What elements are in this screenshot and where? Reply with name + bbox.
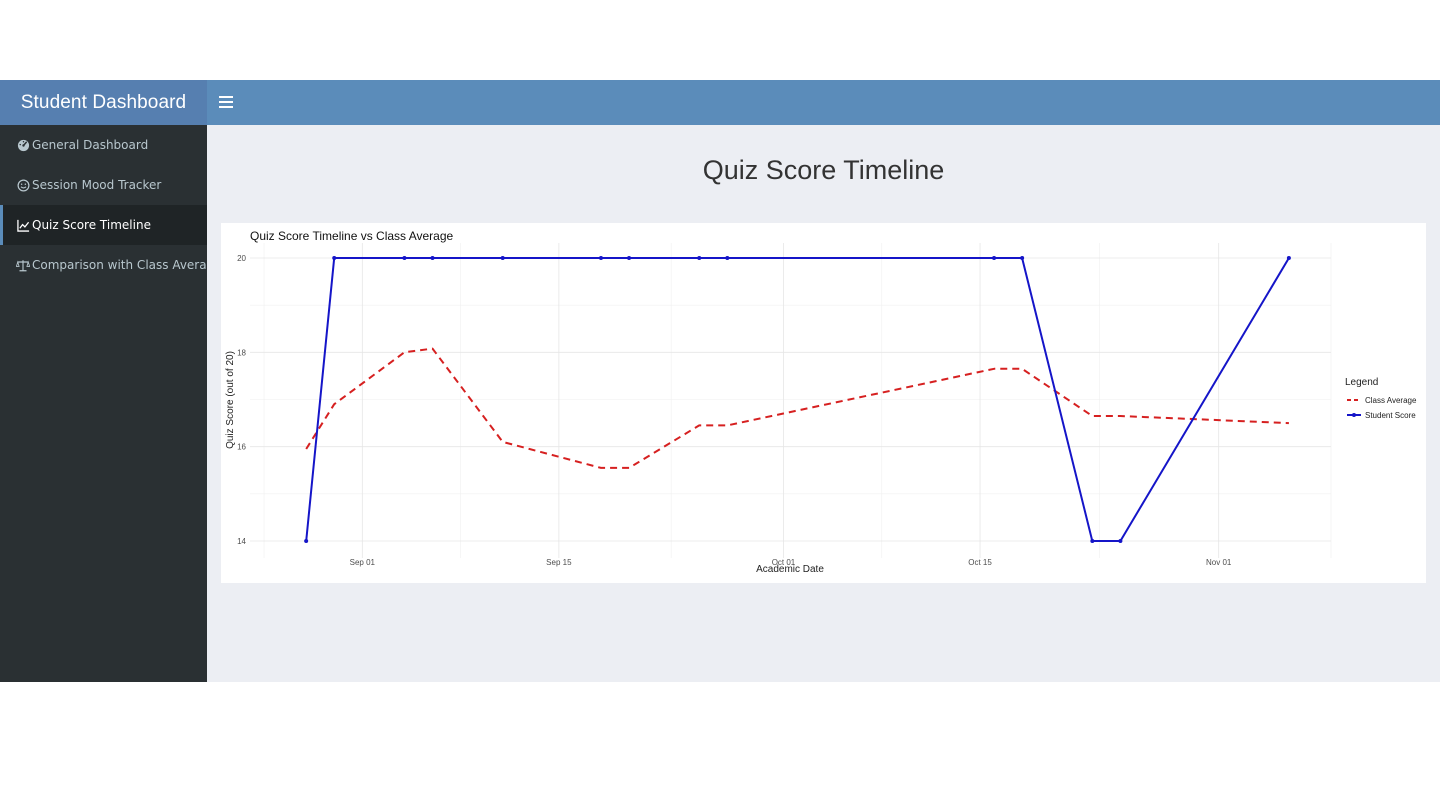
legend-label: Class Average: [1365, 396, 1417, 405]
sidebar-item-general-dashboard[interactable]: General Dashboard: [0, 125, 207, 165]
data-point: [332, 256, 337, 260]
legend-title: Legend: [1345, 377, 1378, 388]
data-point: [697, 256, 702, 260]
data-point: [1286, 256, 1291, 260]
legend-key-point: [1352, 413, 1356, 417]
data-point: [1090, 539, 1095, 543]
y-tick-label: 14: [237, 537, 246, 546]
sidebar-item-label: General Dashboard: [32, 138, 149, 152]
sidebar-item-session-mood-tracker[interactable]: Session Mood Tracker: [0, 165, 207, 205]
data-point: [304, 539, 309, 543]
data-point: [992, 256, 997, 260]
sidebar-item-comparison-class-average[interactable]: Comparison with Class Average: [0, 245, 222, 285]
page-title: Quiz Score Timeline: [702, 155, 945, 185]
sidebar-item-label: Quiz Score Timeline: [32, 218, 151, 232]
data-point: [725, 256, 730, 260]
data-point: [500, 256, 505, 260]
sidebar-item-label: Session Mood Tracker: [32, 178, 162, 192]
data-point: [598, 256, 603, 260]
brand-title: Student Dashboard: [0, 80, 207, 125]
data-point: [1118, 539, 1123, 543]
series-line-class-average: [305, 347, 1289, 469]
balance-scale-icon: [16, 258, 30, 272]
line-chart-icon: [16, 218, 30, 232]
y-tick-label: 16: [237, 443, 246, 452]
y-tick-label: 20: [237, 254, 246, 263]
app-window: Student Dashboard General Dashboard Sess…: [0, 80, 1440, 682]
data-point: [402, 256, 407, 260]
chart-legend: Legend Class Average Student Score: [1345, 377, 1417, 420]
top-header-bar: Student Dashboard: [0, 80, 1440, 125]
chart-title: Quiz Score Timeline vs Class Average: [250, 229, 454, 243]
data-point: [430, 256, 435, 260]
x-axis-title: Academic Date: [756, 564, 824, 575]
main-content: Quiz Score Timeline 14 16 18 20 Sep 01 Sep 15…: [207, 125, 1440, 682]
smile-icon: [16, 178, 30, 192]
data-point: [1020, 256, 1025, 260]
sidebar: General Dashboard Session Mood Tracker Q…: [0, 125, 222, 682]
sidebar-item-label: Comparison with Class Average: [32, 258, 222, 272]
x-tick-label: Oct 15: [968, 558, 992, 567]
quiz-score-chart: 14 16 18 20 Sep 01 Sep 15 Oct 01 Oct 15 Nov 01 Q…: [221, 223, 1426, 583]
chart-svg: 14161820Sep 01 Sep 15 Oct 01 Oct 15 Nov 01 Q…: [225, 229, 1417, 575]
sidebar-item-quiz-score-timeline[interactable]: Quiz Score Timeline: [0, 205, 207, 245]
x-tick-label: Sep 01: [350, 558, 376, 567]
x-tick-label: Sep 15: [546, 558, 572, 567]
data-point: [627, 256, 632, 260]
legend-label: Student Score: [1365, 411, 1416, 420]
y-axis-title: Quiz Score (out of 20): [225, 351, 236, 449]
x-tick-label: Nov 01: [1206, 558, 1232, 567]
sidebar-toggle-icon[interactable]: [219, 94, 233, 110]
tachometer-icon: [16, 138, 30, 152]
y-tick-label: 18: [237, 348, 246, 357]
